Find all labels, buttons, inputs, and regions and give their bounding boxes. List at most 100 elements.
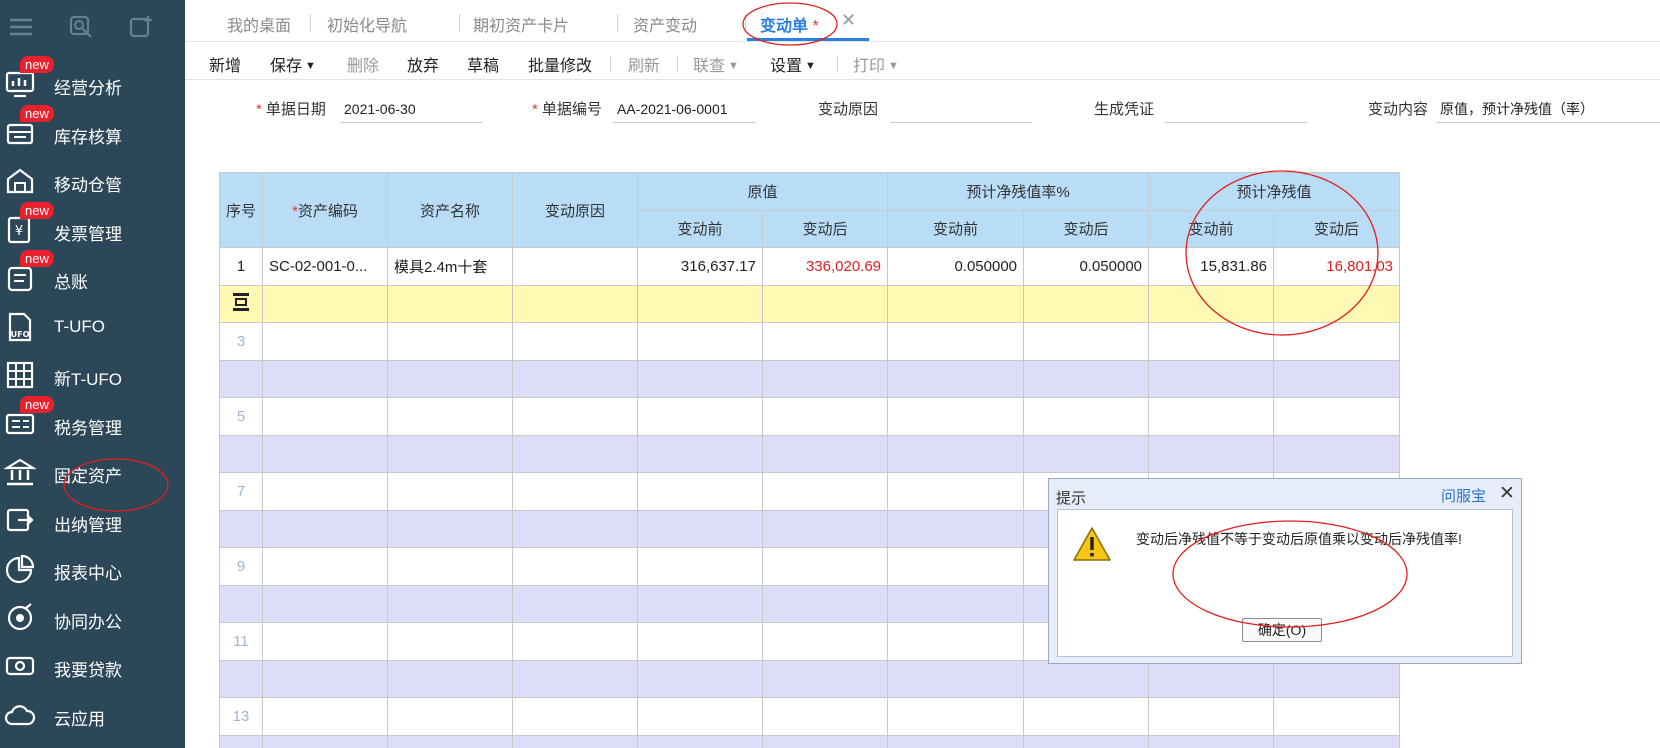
add-window-icon[interactable] xyxy=(128,14,154,40)
grid-cell[interactable] xyxy=(637,434,763,473)
grid-cell[interactable] xyxy=(1023,659,1150,698)
grid-cell[interactable] xyxy=(761,659,889,698)
grid-cell[interactable] xyxy=(512,284,638,323)
print-button[interactable]: 打印 ▼ xyxy=(853,52,899,76)
add-button[interactable]: 新增 xyxy=(209,52,241,76)
grid-cell[interactable] xyxy=(387,659,513,698)
settings-button[interactable]: 设置 ▼ xyxy=(770,52,816,76)
sidebar-item[interactable]: 移动仓管 xyxy=(0,159,185,205)
grid-cell[interactable] xyxy=(887,397,1025,436)
grid-cell[interactable] xyxy=(512,547,638,586)
grid-cell[interactable] xyxy=(1148,434,1275,473)
grid-cell[interactable] xyxy=(1273,322,1401,361)
grid-cell[interactable] xyxy=(887,472,1025,511)
grid-cell[interactable] xyxy=(1023,322,1150,361)
grid-cell[interactable] xyxy=(1023,284,1150,323)
table-row[interactable]: 13 xyxy=(219,697,1401,736)
grid-cell[interactable] xyxy=(637,697,763,736)
sidebar-item[interactable]: new 总账 xyxy=(0,250,185,302)
col-res-after-header[interactable]: 变动后 xyxy=(1273,209,1401,248)
orig-after-cell[interactable]: 336,020.69 xyxy=(761,247,889,286)
sidebar-item[interactable]: 新T-UFO xyxy=(0,353,185,399)
orig-before-cell[interactable]: 316,637.17 xyxy=(637,247,763,286)
grid-cell[interactable] xyxy=(887,584,1025,623)
rate-before-cell[interactable]: 0.050000 xyxy=(887,247,1025,286)
col-orig-after-header[interactable]: 变动后 xyxy=(761,209,889,248)
grid-cell[interactable] xyxy=(761,734,889,748)
grid-cell[interactable] xyxy=(262,284,388,323)
grid-cell[interactable] xyxy=(1023,734,1150,748)
grid-cell[interactable] xyxy=(761,584,889,623)
asset-name-cell[interactable]: 模具2.4m十套 xyxy=(387,247,513,286)
sidebar-item[interactable]: 云应用 xyxy=(0,693,185,739)
grid-cell[interactable] xyxy=(761,622,889,661)
grid-cell[interactable] xyxy=(637,472,763,511)
grid-cell[interactable] xyxy=(387,472,513,511)
grid-cell[interactable] xyxy=(637,322,763,361)
grid-cell[interactable] xyxy=(1273,397,1401,436)
res-after-cell[interactable]: 16,801.03 xyxy=(1273,247,1401,286)
sidebar-item[interactable]: new 经营分析 xyxy=(0,56,185,108)
draft-button[interactable]: 草稿 xyxy=(467,52,499,76)
grid-cell[interactable] xyxy=(887,284,1025,323)
grid-cell[interactable] xyxy=(761,434,889,473)
grid-cell[interactable] xyxy=(387,509,513,548)
tab-asset-change[interactable]: 资产变动 xyxy=(633,12,697,36)
grid-cell[interactable] xyxy=(512,622,638,661)
grid-cell[interactable] xyxy=(761,284,889,323)
grid-cell[interactable] xyxy=(761,322,889,361)
grid-cell[interactable] xyxy=(761,359,889,398)
table-row[interactable]: 5 xyxy=(219,397,1401,436)
asset-code-cell[interactable]: SC-02-001-0... xyxy=(262,247,388,286)
sidebar-item[interactable]: 报表中心 xyxy=(0,547,185,593)
grid-cell[interactable] xyxy=(887,622,1025,661)
grid-cell[interactable] xyxy=(1148,659,1275,698)
grid-cell[interactable] xyxy=(512,659,638,698)
grid-cell[interactable] xyxy=(262,734,388,748)
grid-cell[interactable] xyxy=(887,359,1025,398)
delete-button[interactable]: 删除 xyxy=(347,52,379,76)
change-content-input[interactable] xyxy=(1436,96,1660,123)
table-row[interactable] xyxy=(219,359,1401,398)
col-asset-code-header[interactable]: *资产编码 xyxy=(262,172,388,248)
grid-cell[interactable] xyxy=(1148,322,1275,361)
grid-cell[interactable] xyxy=(1023,434,1150,473)
grid-cell[interactable] xyxy=(512,697,638,736)
grid-cell[interactable] xyxy=(262,472,388,511)
grid-cell[interactable] xyxy=(887,509,1025,548)
grid-cell[interactable] xyxy=(1273,434,1401,473)
col-rate-before-header[interactable]: 变动前 xyxy=(887,209,1025,248)
link-query-button[interactable]: 联查 ▼ xyxy=(693,52,739,76)
grid-cell[interactable] xyxy=(761,509,889,548)
insert-row-icon[interactable] xyxy=(219,284,263,323)
grid-cell[interactable] xyxy=(512,734,638,748)
doc-number-input[interactable] xyxy=(613,96,756,123)
grid-cell[interactable] xyxy=(1023,359,1150,398)
grid-cell[interactable] xyxy=(1148,284,1275,323)
grid-cell[interactable] xyxy=(387,622,513,661)
search-icon[interactable] xyxy=(68,14,94,40)
tab-my-desktop[interactable]: 我的桌面 xyxy=(227,12,291,36)
col-rate-after-header[interactable]: 变动后 xyxy=(1023,209,1150,248)
grid-cell[interactable] xyxy=(262,359,388,398)
sidebar-item[interactable]: new 税务管理 xyxy=(0,395,185,448)
grid-cell[interactable] xyxy=(262,547,388,586)
tab-init-guide[interactable]: 初始化导航 xyxy=(327,12,407,36)
grid-cell[interactable] xyxy=(262,584,388,623)
grid-cell[interactable] xyxy=(637,509,763,548)
close-tab-icon[interactable]: ✕ xyxy=(841,10,856,31)
grid-cell[interactable] xyxy=(387,547,513,586)
grid-cell[interactable] xyxy=(887,322,1025,361)
grid-cell[interactable] xyxy=(1148,359,1275,398)
grid-cell[interactable] xyxy=(887,734,1025,748)
change-reason-cell[interactable] xyxy=(512,247,638,286)
doc-date-input[interactable] xyxy=(340,96,482,123)
res-before-cell[interactable]: 15,831.86 xyxy=(1148,247,1275,286)
table-row-current[interactable] xyxy=(219,284,1401,323)
grid-cell[interactable] xyxy=(1148,697,1275,736)
save-button[interactable]: 保存 ▼ xyxy=(270,52,316,76)
table-row[interactable] xyxy=(219,659,1401,698)
grid-cell[interactable] xyxy=(387,434,513,473)
grid-cell[interactable] xyxy=(761,397,889,436)
grid-cell[interactable] xyxy=(637,359,763,398)
